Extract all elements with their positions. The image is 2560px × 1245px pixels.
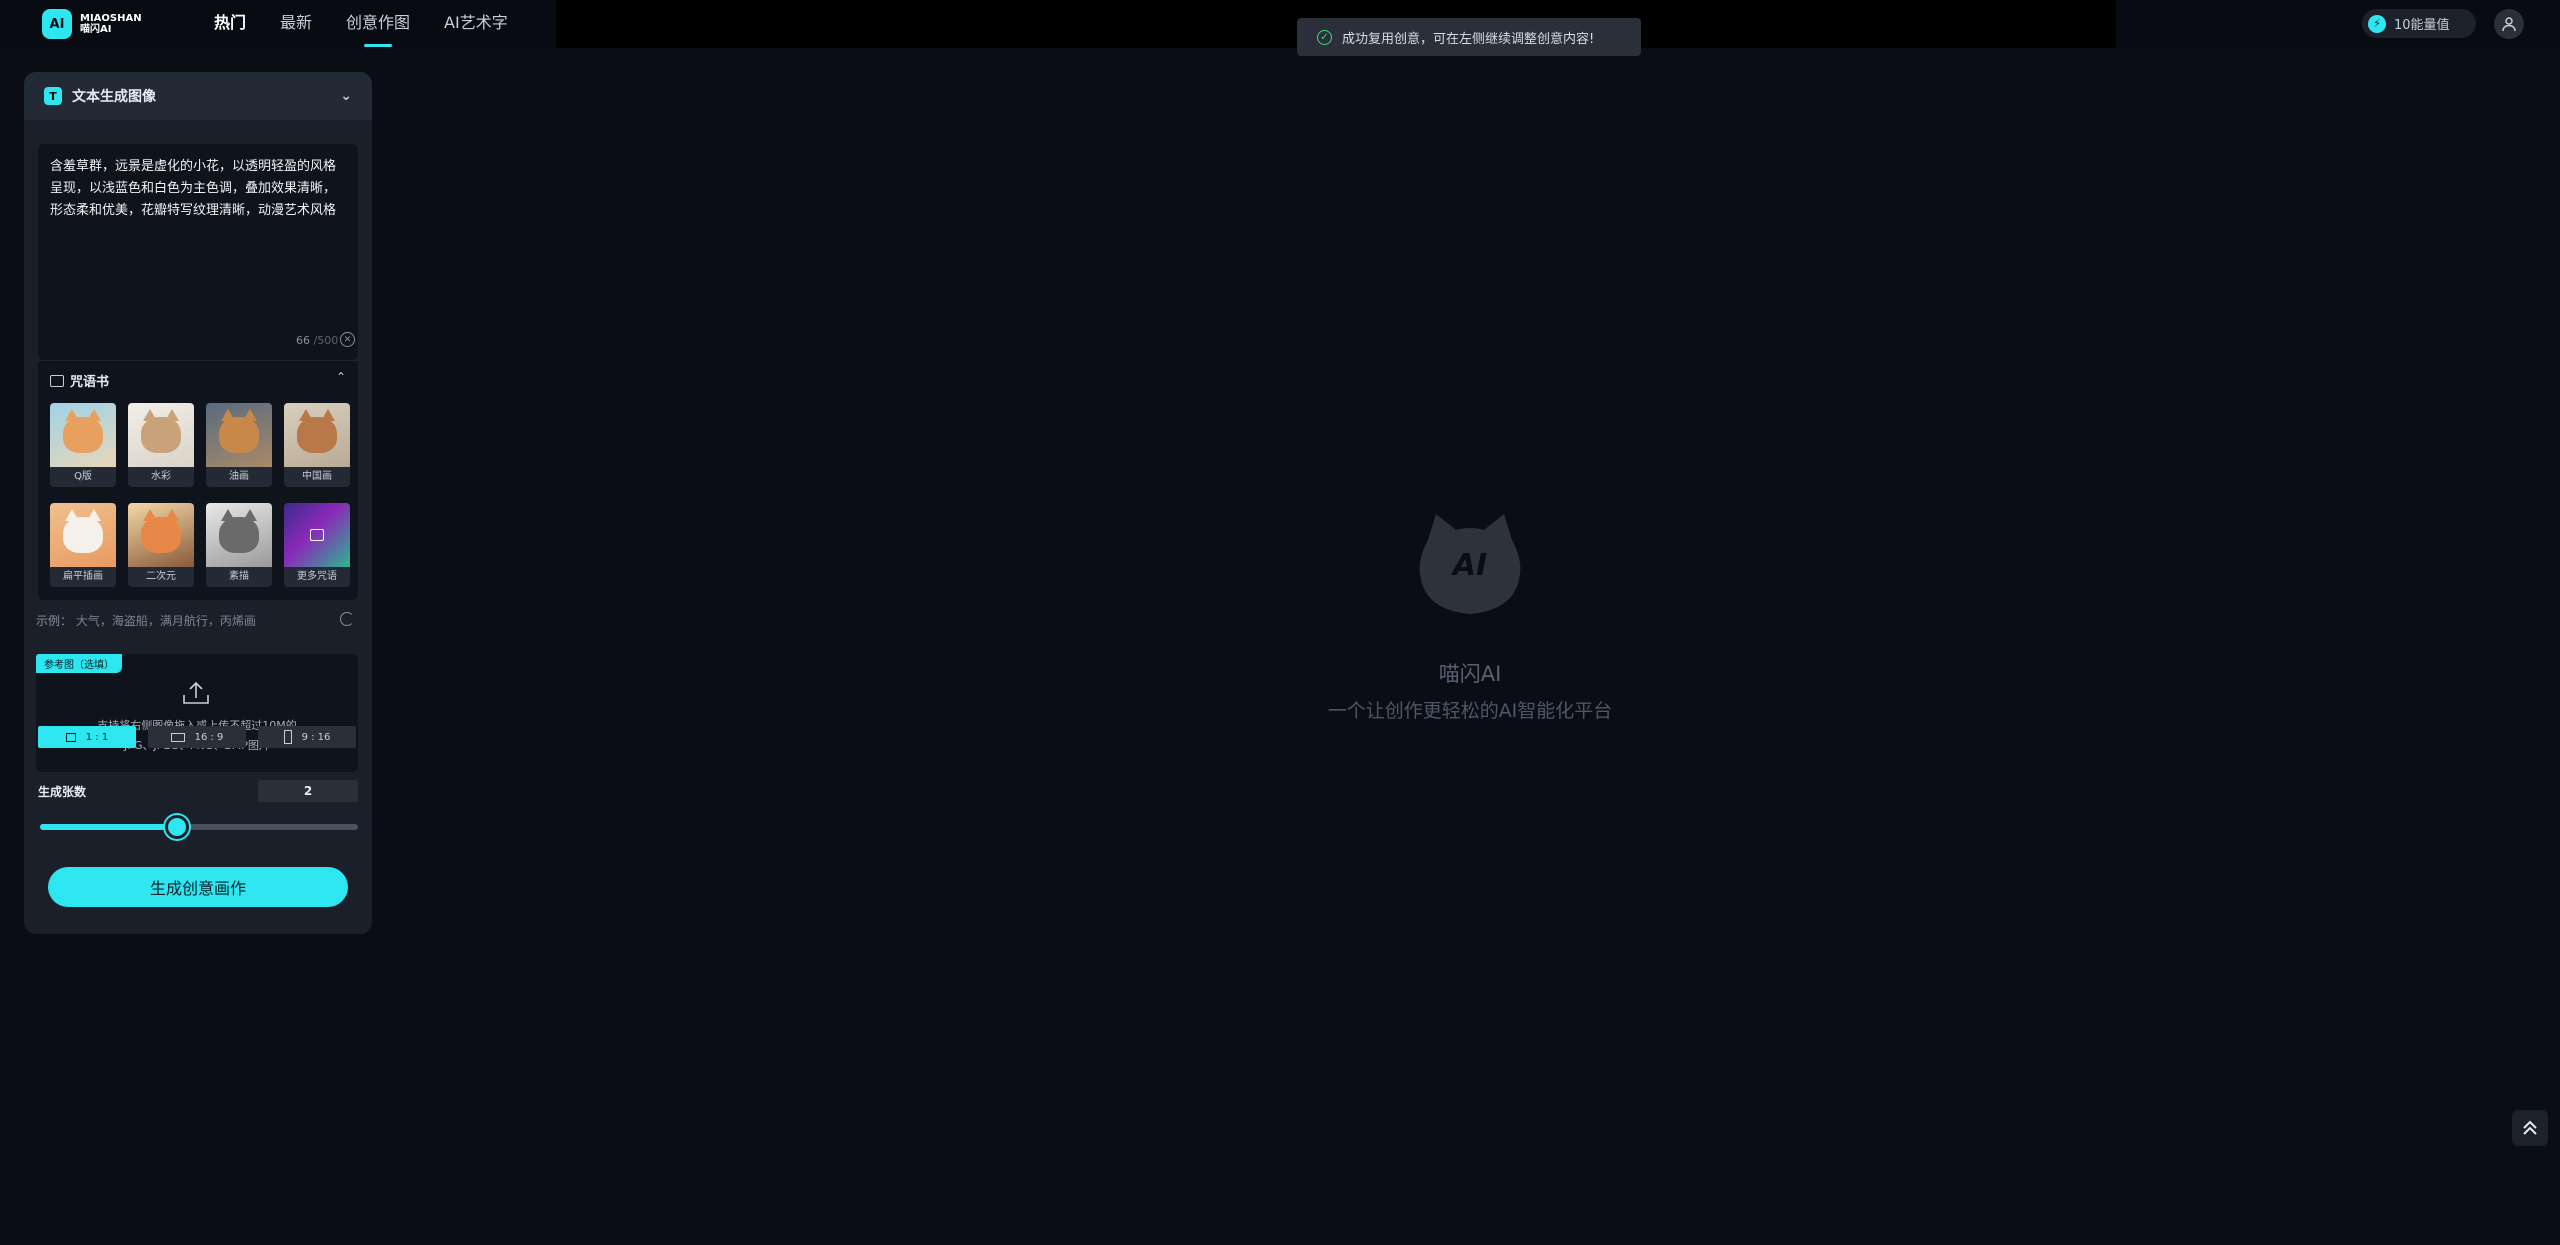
ratio-16-9-button[interactable]: 16 : 9 xyxy=(148,726,246,748)
char-counter: 66 /500 xyxy=(296,334,339,347)
spellbook: 咒语书 ⌃ Q版 水彩 油画 中国画 扁平插画 二次元 素描 更多咒语 xyxy=(38,360,358,600)
example-text[interactable]: 大气，海盗船，满月航行，丙烯画 xyxy=(76,614,256,628)
prompt-input[interactable]: 含羞草群，远景是虚化的小花，以透明轻盈的风格呈现，以浅蓝色和白色为主色调，叠加效… xyxy=(50,156,346,222)
mascot-icon: AI xyxy=(1414,510,1526,618)
style-anime[interactable]: 二次元 xyxy=(128,503,194,587)
count-slider[interactable] xyxy=(40,815,358,839)
style-watercolor[interactable]: 水彩 xyxy=(128,403,194,487)
reference-tag: 参考图（选填） xyxy=(36,654,122,673)
style-label: 更多咒语 xyxy=(297,571,337,582)
example-label: 示例： xyxy=(36,614,73,628)
brand-slogan: 一个让创作更轻松的AI智能化平台 xyxy=(1327,700,1613,722)
refresh-icon[interactable] xyxy=(340,612,354,626)
square-icon xyxy=(65,732,76,742)
style-label: Q版 xyxy=(74,471,92,482)
logo-badge-icon: AI xyxy=(42,9,72,39)
back-to-top-button[interactable] xyxy=(2512,1110,2548,1146)
spellbook-title: 咒语书 xyxy=(70,375,110,390)
generate-button[interactable]: 生成创意画作 xyxy=(48,867,348,907)
slider-handle[interactable] xyxy=(164,815,189,839)
style-label: 素描 xyxy=(229,571,249,582)
upload-icon xyxy=(183,681,209,704)
count-input[interactable]: 2 xyxy=(258,780,358,802)
image-count-row: 生成张数 2 xyxy=(38,780,358,802)
success-toast: ✓ 成功复用创意，可在左侧继续调整创意内容! xyxy=(1297,18,1641,56)
mode-selector[interactable]: T 文本生成图像 ⌄ xyxy=(24,72,372,120)
check-circle-icon: ✓ xyxy=(1317,29,1332,45)
aspect-ratio-selector: 1 : 1 16 : 9 9 : 16 xyxy=(38,726,356,748)
style-chinese-painting[interactable]: 中国画 xyxy=(284,403,350,487)
style-label: 中国画 xyxy=(302,471,332,482)
logo-name-en: MIAOSHAN xyxy=(80,13,142,24)
logo[interactable]: AI MIAOSHAN 喵闪AI xyxy=(42,9,142,39)
style-label: 油画 xyxy=(229,471,249,482)
main-nav: 热门 最新 创意作图 AI艺术字 xyxy=(214,0,508,48)
toast-message: 成功复用创意，可在左侧继续调整创意内容! xyxy=(1342,31,1595,47)
slider-fill xyxy=(40,824,177,830)
empty-state: AI 喵闪AI 一个让创作更轻松的AI智能化平台 xyxy=(1260,510,1680,723)
style-grid: Q版 水彩 油画 中国画 扁平插画 二次元 素描 更多咒语 xyxy=(50,403,350,587)
chevron-down-icon: ⌄ xyxy=(340,88,352,104)
energy-label: 10能量值 xyxy=(2394,18,2450,33)
double-chevron-up-icon xyxy=(2523,1120,2537,1135)
logo-name-cn: 喵闪AI xyxy=(80,24,112,35)
mode-label: 文本生成图像 xyxy=(72,89,156,105)
energy-badge[interactable]: ⚡ 10能量值 xyxy=(2362,9,2476,38)
style-more-spells[interactable]: 更多咒语 xyxy=(284,503,350,587)
portrait-icon xyxy=(283,730,292,744)
reference-upload[interactable]: 参考图（选填） 支持将右侧图像拖入或上传不超过10M的 JPG、JPEG、PNG… xyxy=(36,654,358,772)
clear-icon[interactable]: ✕ xyxy=(340,332,355,347)
ratio-9-16-button[interactable]: 9 : 16 xyxy=(258,726,356,748)
brand-name: 喵闪AI xyxy=(1438,662,1502,686)
mascot-text: AI xyxy=(1452,548,1488,583)
tab-ai-art-text[interactable]: AI艺术字 xyxy=(444,0,508,48)
lightning-icon: ⚡ xyxy=(2368,14,2386,33)
ratio-1-1-button[interactable]: 1 : 1 xyxy=(38,726,136,748)
style-sketch[interactable]: 素描 xyxy=(206,503,272,587)
book-open-icon xyxy=(310,529,324,541)
example-prompts[interactable]: 示例： 大气，海盗船，满月航行，丙烯画 xyxy=(36,612,256,629)
tab-hot[interactable]: 热门 xyxy=(214,0,246,48)
count-label: 生成张数 xyxy=(38,784,87,799)
user-avatar[interactable] xyxy=(2494,9,2524,39)
style-flat-illustration[interactable]: 扁平插画 xyxy=(50,503,116,587)
text-mode-icon: T xyxy=(44,87,62,105)
book-icon xyxy=(50,374,64,387)
prompt-box[interactable]: 含羞草群，远景是虚化的小花，以透明轻盈的风格呈现，以浅蓝色和白色为主色调，叠加效… xyxy=(38,144,358,360)
style-oil-painting[interactable]: 油画 xyxy=(206,403,272,487)
user-icon xyxy=(2502,17,2516,32)
style-label: 扁平插画 xyxy=(63,571,103,582)
style-label: 二次元 xyxy=(146,571,176,582)
style-q-version[interactable]: Q版 xyxy=(50,403,116,487)
landscape-icon xyxy=(170,732,185,742)
top-bar: AI MIAOSHAN 喵闪AI 热门 最新 创意作图 AI艺术字 ⚡ 10能量… xyxy=(0,0,2560,48)
generation-panel: T 文本生成图像 ⌄ 含羞草群，远景是虚化的小花，以透明轻盈的风格呈现，以浅蓝色… xyxy=(24,72,372,934)
tab-creative-drawing[interactable]: 创意作图 xyxy=(346,0,410,48)
chevron-up-icon[interactable]: ⌃ xyxy=(336,370,346,384)
tab-latest[interactable]: 最新 xyxy=(280,0,312,48)
style-label: 水彩 xyxy=(151,471,171,482)
